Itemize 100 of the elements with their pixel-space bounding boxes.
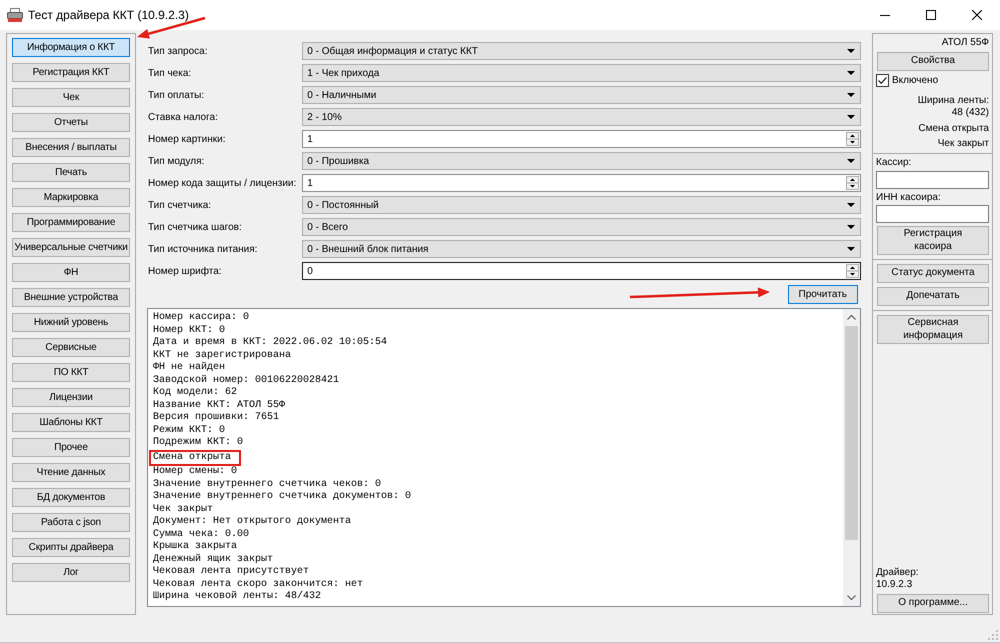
nav-button[interactable]: Универсальные счетчики	[12, 238, 130, 257]
log-line: Номер смены: 0	[152, 466, 238, 478]
caret-down-icon	[847, 247, 855, 251]
log-line: Крышка закрыта	[152, 541, 238, 554]
nav-button[interactable]: БД документов	[12, 488, 130, 507]
caret-down-icon	[847, 225, 855, 229]
field-label: Тип счетчика шагов:	[147, 222, 243, 232]
field-label: ИНН касоира:	[876, 192, 942, 204]
caret-down-icon	[847, 93, 855, 97]
field-label: Тип оплаты:	[147, 90, 206, 100]
nav-button[interactable]: Маркировка	[12, 188, 130, 207]
caret-down-icon	[847, 49, 855, 53]
nav-button[interactable]: Внесения / выплаты	[12, 138, 130, 157]
checkbox-label[interactable]: Включено	[892, 75, 938, 86]
nav-button[interactable]: Работа с json	[12, 513, 130, 532]
text-field[interactable]	[876, 171, 989, 189]
nav-button[interactable]: Чек	[12, 88, 130, 107]
log-line: Чек закрыт	[152, 504, 214, 516]
printer-icon	[7, 8, 23, 22]
log-line: Заводской номер: 00106220028421	[152, 374, 340, 387]
nav-button[interactable]: Программирование	[12, 213, 130, 232]
nav-button[interactable]: Печать	[12, 163, 130, 182]
field-label: Номер кода защиты / лицензии:	[147, 178, 296, 188]
nav-button[interactable]: Нижний уровень	[12, 313, 130, 332]
caret-down-icon	[847, 159, 855, 163]
receipt-status-text: Чек закрыт	[936, 138, 989, 150]
log-line: Дата и время в ККТ: 2022.06.02 10:05:54	[152, 337, 388, 350]
field-label: Тип запроса:	[147, 46, 208, 56]
log-line: Код модели: 62	[152, 387, 238, 400]
caret-down-icon	[847, 115, 855, 119]
log-line: Смена открыта	[149, 450, 242, 466]
dropdown[interactable]: 0 - Постоянный	[302, 196, 861, 214]
dropdown[interactable]: 0 - Всего	[302, 218, 861, 236]
log-line: Чековая лента присутствует	[152, 566, 310, 578]
text-field[interactable]	[876, 205, 989, 223]
nav-button[interactable]: Прочее	[12, 438, 130, 457]
driver-label: Драйвер:	[876, 567, 920, 579]
read-button[interactable]: Прочитать	[788, 285, 858, 304]
dropdown[interactable]: 0 - Внешний блок питания	[302, 240, 861, 258]
tape-width-label: Ширина ленты:	[916, 95, 989, 107]
nav-button[interactable]: ФН	[12, 263, 130, 282]
log-line: Режим ККТ: 0	[152, 424, 226, 437]
log-line: Номер кассира: 0	[152, 312, 250, 324]
log-line: Подрежим ККТ: 0	[152, 437, 244, 450]
nav-button[interactable]: Регистрация ККТ	[12, 63, 130, 82]
log-line: Сумма чека: 0.00	[152, 528, 250, 541]
nav-button[interactable]: Сервисные	[12, 338, 130, 357]
nav-button[interactable]: Информация о ККТ	[12, 38, 130, 57]
log-line: Название ККТ: АТОЛ 55Ф	[152, 400, 286, 412]
field-label: Тип счетчика:	[147, 200, 212, 210]
about-button[interactable]: О программе...	[877, 594, 989, 613]
field-label: Тип чека:	[147, 68, 192, 78]
scrollbar[interactable]	[843, 309, 860, 606]
window-title: Тест драйвера ККТ (10.9.2.3)	[28, 8, 190, 22]
number-field[interactable]: 0	[302, 262, 861, 280]
nav-button[interactable]: Лицензии	[12, 388, 130, 407]
maximize-icon	[926, 10, 936, 20]
field-label: Кассир:	[876, 157, 912, 169]
field-label: Номер шрифта:	[147, 266, 223, 276]
action-button[interactable]: Допечатать	[877, 287, 989, 306]
number-field[interactable]: 1	[302, 174, 861, 192]
resize-grip-icon[interactable]	[988, 630, 998, 640]
nav-button[interactable]: Лог	[12, 563, 130, 582]
log-line: Версия прошивки: 7651	[152, 412, 280, 424]
nav-button[interactable]: Внешние устройства	[12, 288, 130, 307]
spinner-arrows-icon[interactable]	[846, 264, 859, 278]
field-label: Номер картинки:	[147, 134, 226, 144]
dropdown[interactable]: 0 - Прошивка	[302, 152, 861, 170]
nav-button[interactable]: Скрипты драйвера	[12, 538, 130, 557]
dropdown[interactable]: 0 - Наличными	[302, 86, 861, 104]
close-icon	[972, 10, 982, 20]
log-line: ФН не найден	[152, 362, 226, 374]
nav-button[interactable]: Отчеты	[12, 113, 130, 132]
nav-button[interactable]: Чтение данных	[12, 463, 130, 482]
dropdown[interactable]: 1 - Чек прихода	[302, 64, 861, 82]
dropdown[interactable]: 2 - 10%	[302, 108, 861, 126]
field-label: Тип источника питания:	[147, 244, 258, 254]
field-label: Ставка налога:	[147, 112, 219, 122]
log-line: Ширина чековой ленты: 48/432	[152, 591, 322, 604]
log-line: Документ: Нет открытого документа	[152, 516, 352, 528]
checkbox[interactable]	[876, 74, 889, 87]
scrollbar-thumb[interactable]	[845, 326, 858, 540]
caret-down-icon	[847, 71, 855, 75]
log-line: Чековая лента скоро закончится: нет	[152, 578, 364, 590]
properties-button[interactable]: Свойства	[877, 52, 989, 71]
driver-version: 10.9.2.3	[876, 579, 914, 591]
log-line: ККТ не зарегистрирована	[152, 350, 292, 362]
number-field[interactable]: 1	[302, 130, 861, 148]
action-button[interactable]: Регистрация касоира	[877, 226, 989, 255]
nav-button[interactable]: ПО ККТ	[12, 363, 130, 382]
spinner-arrows-icon[interactable]	[846, 176, 859, 190]
nav-button[interactable]: Шаблоны ККТ	[12, 413, 130, 432]
action-button[interactable]: Статус документа	[877, 264, 989, 283]
device-model-label: АТОЛ 55Ф	[940, 37, 989, 49]
field-label: Тип модуля:	[147, 156, 206, 166]
spinner-arrows-icon[interactable]	[846, 132, 859, 146]
log-line: Значение внутреннего счетчика документов: 0	[152, 491, 412, 504]
dropdown[interactable]: 0 - Общая информация и статус ККТ	[302, 42, 861, 60]
shift-status-text: Смена открыта	[917, 123, 989, 135]
action-button[interactable]: Сервисная информация	[877, 315, 989, 344]
